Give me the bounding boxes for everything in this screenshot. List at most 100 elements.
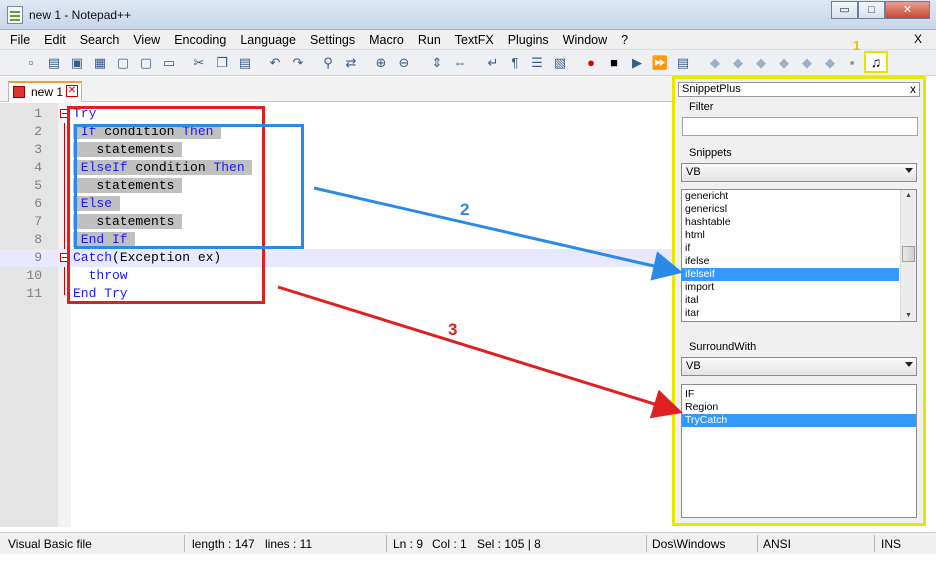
maximize-button[interactable]: □ <box>858 1 885 19</box>
surroundwith-item[interactable]: TryCatch <box>682 414 916 427</box>
all-chars-icon[interactable]: ¶ <box>506 54 524 72</box>
window-controls: ▭ □ ✕ <box>831 1 930 19</box>
minimize-button[interactable]: ▭ <box>831 1 858 19</box>
cut-icon[interactable]: ✂ <box>190 54 208 72</box>
play-multi-icon[interactable]: ⏩ <box>651 54 669 72</box>
save-macro-icon[interactable]: ▤ <box>674 54 692 72</box>
snippets-list-items: genericht genericsl hashtable html if ifelse i… <box>682 190 916 320</box>
snippet-item[interactable]: ifelse <box>682 255 899 268</box>
user-lang-icon[interactable]: ▧ <box>551 54 569 72</box>
zoom-in-icon[interactable]: ⊕ <box>372 54 390 72</box>
plugin-icon-a[interactable]: ◆ <box>706 54 724 72</box>
wrap-icon[interactable]: ↵ <box>484 54 502 72</box>
menu-textfx[interactable]: TextFX <box>455 33 494 47</box>
menu-macro[interactable]: Macro <box>369 33 404 47</box>
snippets-language-select[interactable]: VB <box>681 163 917 182</box>
tab-close-icon[interactable]: ✕ <box>66 85 78 97</box>
filter-input[interactable] <box>682 117 918 136</box>
status-separator <box>646 535 647 552</box>
snippets-list[interactable]: genericht genericsl hashtable html if ifelse i… <box>681 189 917 322</box>
zoom-out-icon[interactable]: ⊖ <box>395 54 413 72</box>
fold-line <box>64 267 65 285</box>
new-file-icon[interactable]: ▫ <box>22 54 40 72</box>
fold-line <box>64 195 65 213</box>
play-icon[interactable]: ▶ <box>628 54 646 72</box>
record-icon[interactable]: ● <box>582 54 600 72</box>
plugin-icon-g[interactable]: ▪ <box>843 54 861 72</box>
fold-line <box>64 285 65 295</box>
close-button[interactable]: ✕ <box>885 1 930 19</box>
menu-close-doc[interactable]: X <box>914 32 922 46</box>
menu-help[interactable]: ? <box>621 33 628 47</box>
snippet-item[interactable]: ifelseif <box>682 268 899 281</box>
scroll-up-icon[interactable]: ▲ <box>905 192 912 199</box>
snippet-item[interactable]: if <box>682 242 899 255</box>
snippet-item[interactable]: html <box>682 229 899 242</box>
sync-v-icon[interactable]: ⇕ <box>428 54 446 72</box>
replace-icon[interactable]: ⇄ <box>342 54 360 72</box>
paste-icon[interactable]: ▤ <box>236 54 254 72</box>
menu-view[interactable]: View <box>133 33 160 47</box>
snippetplus-toolbar-button[interactable]: ♫ <box>864 51 888 73</box>
panel-close-icon[interactable]: x <box>910 82 916 96</box>
plugin-icon-e[interactable]: ◆ <box>798 54 816 72</box>
open-file-icon[interactable]: ▤ <box>45 54 63 72</box>
status-separator <box>184 535 185 552</box>
undo-icon[interactable]: ↶ <box>266 54 284 72</box>
status-encoding: ANSI <box>763 537 792 551</box>
snippet-item[interactable]: hashtable <box>682 216 899 229</box>
line-number: 10 <box>26 268 42 283</box>
close-all-icon[interactable]: ▢ <box>137 54 155 72</box>
save-all-icon[interactable]: ▦ <box>91 54 109 72</box>
plugin-icon-f[interactable]: ◆ <box>821 54 839 72</box>
menu-run[interactable]: Run <box>418 33 441 47</box>
snippet-item[interactable]: genericht <box>682 190 899 203</box>
snippets-language-value: VB <box>686 166 701 178</box>
plugin-icon-d[interactable]: ◆ <box>775 54 793 72</box>
snippet-item[interactable]: ital <box>682 294 899 307</box>
unsaved-icon <box>13 86 25 98</box>
surround-language-select[interactable]: VB <box>681 357 917 376</box>
tab-label: new 1 <box>31 85 64 99</box>
snippet-item[interactable]: genericsl <box>682 203 899 216</box>
stop-icon[interactable]: ■ <box>605 54 623 72</box>
window-title: new 1 - Notepad++ <box>29 8 132 22</box>
redo-icon[interactable]: ↷ <box>289 54 307 72</box>
menu-window[interactable]: Window <box>563 33 607 47</box>
scroll-down-icon[interactable]: ▼ <box>905 312 912 319</box>
copy-icon[interactable]: ❐ <box>213 54 231 72</box>
find-icon[interactable]: ⚲ <box>319 54 337 72</box>
plugin-icon-b[interactable]: ◆ <box>729 54 747 72</box>
status-filetype: Visual Basic file <box>8 537 92 551</box>
status-eol: Dos\Windows <box>652 537 726 551</box>
menu-edit[interactable]: Edit <box>44 33 66 47</box>
save-icon[interactable]: ▣ <box>68 54 86 72</box>
surroundwith-list[interactable]: IF Region TryCatch <box>681 384 917 518</box>
plugin-icon-c[interactable]: ◆ <box>752 54 770 72</box>
status-lines: lines : 11 <box>265 537 313 551</box>
snippets-scrollbar[interactable]: ▲ ▼ <box>900 190 916 321</box>
print-icon[interactable]: ▭ <box>160 54 178 72</box>
menu-plugins[interactable]: Plugins <box>508 33 549 47</box>
menu-settings[interactable]: Settings <box>310 33 355 47</box>
line-number: 6 <box>34 196 42 211</box>
panel-header: SnippetPlus x <box>678 82 920 97</box>
surroundwith-item[interactable]: Region <box>682 401 916 414</box>
line-number: 4 <box>34 160 42 175</box>
notepad-icon <box>7 6 23 24</box>
menu-file[interactable]: File <box>10 33 30 47</box>
menu-language[interactable]: Language <box>240 33 296 47</box>
fold-line <box>64 213 65 231</box>
sync-h-icon[interactable]: ⇔ <box>451 54 469 72</box>
scrollbar-thumb[interactable] <box>902 246 915 262</box>
snippet-item[interactable]: itar <box>682 307 899 320</box>
menu-encoding[interactable]: Encoding <box>174 33 226 47</box>
line-number: 1 <box>34 106 42 121</box>
menu-search[interactable]: Search <box>80 33 120 47</box>
status-separator <box>757 535 758 552</box>
surroundwith-item[interactable]: IF <box>682 388 916 401</box>
close-file-icon[interactable]: ▢ <box>114 54 132 72</box>
tab-new-1[interactable]: new 1 ✕ <box>8 81 82 102</box>
indent-guide-icon[interactable]: ☰ <box>528 54 546 72</box>
snippet-item[interactable]: import <box>682 281 899 294</box>
